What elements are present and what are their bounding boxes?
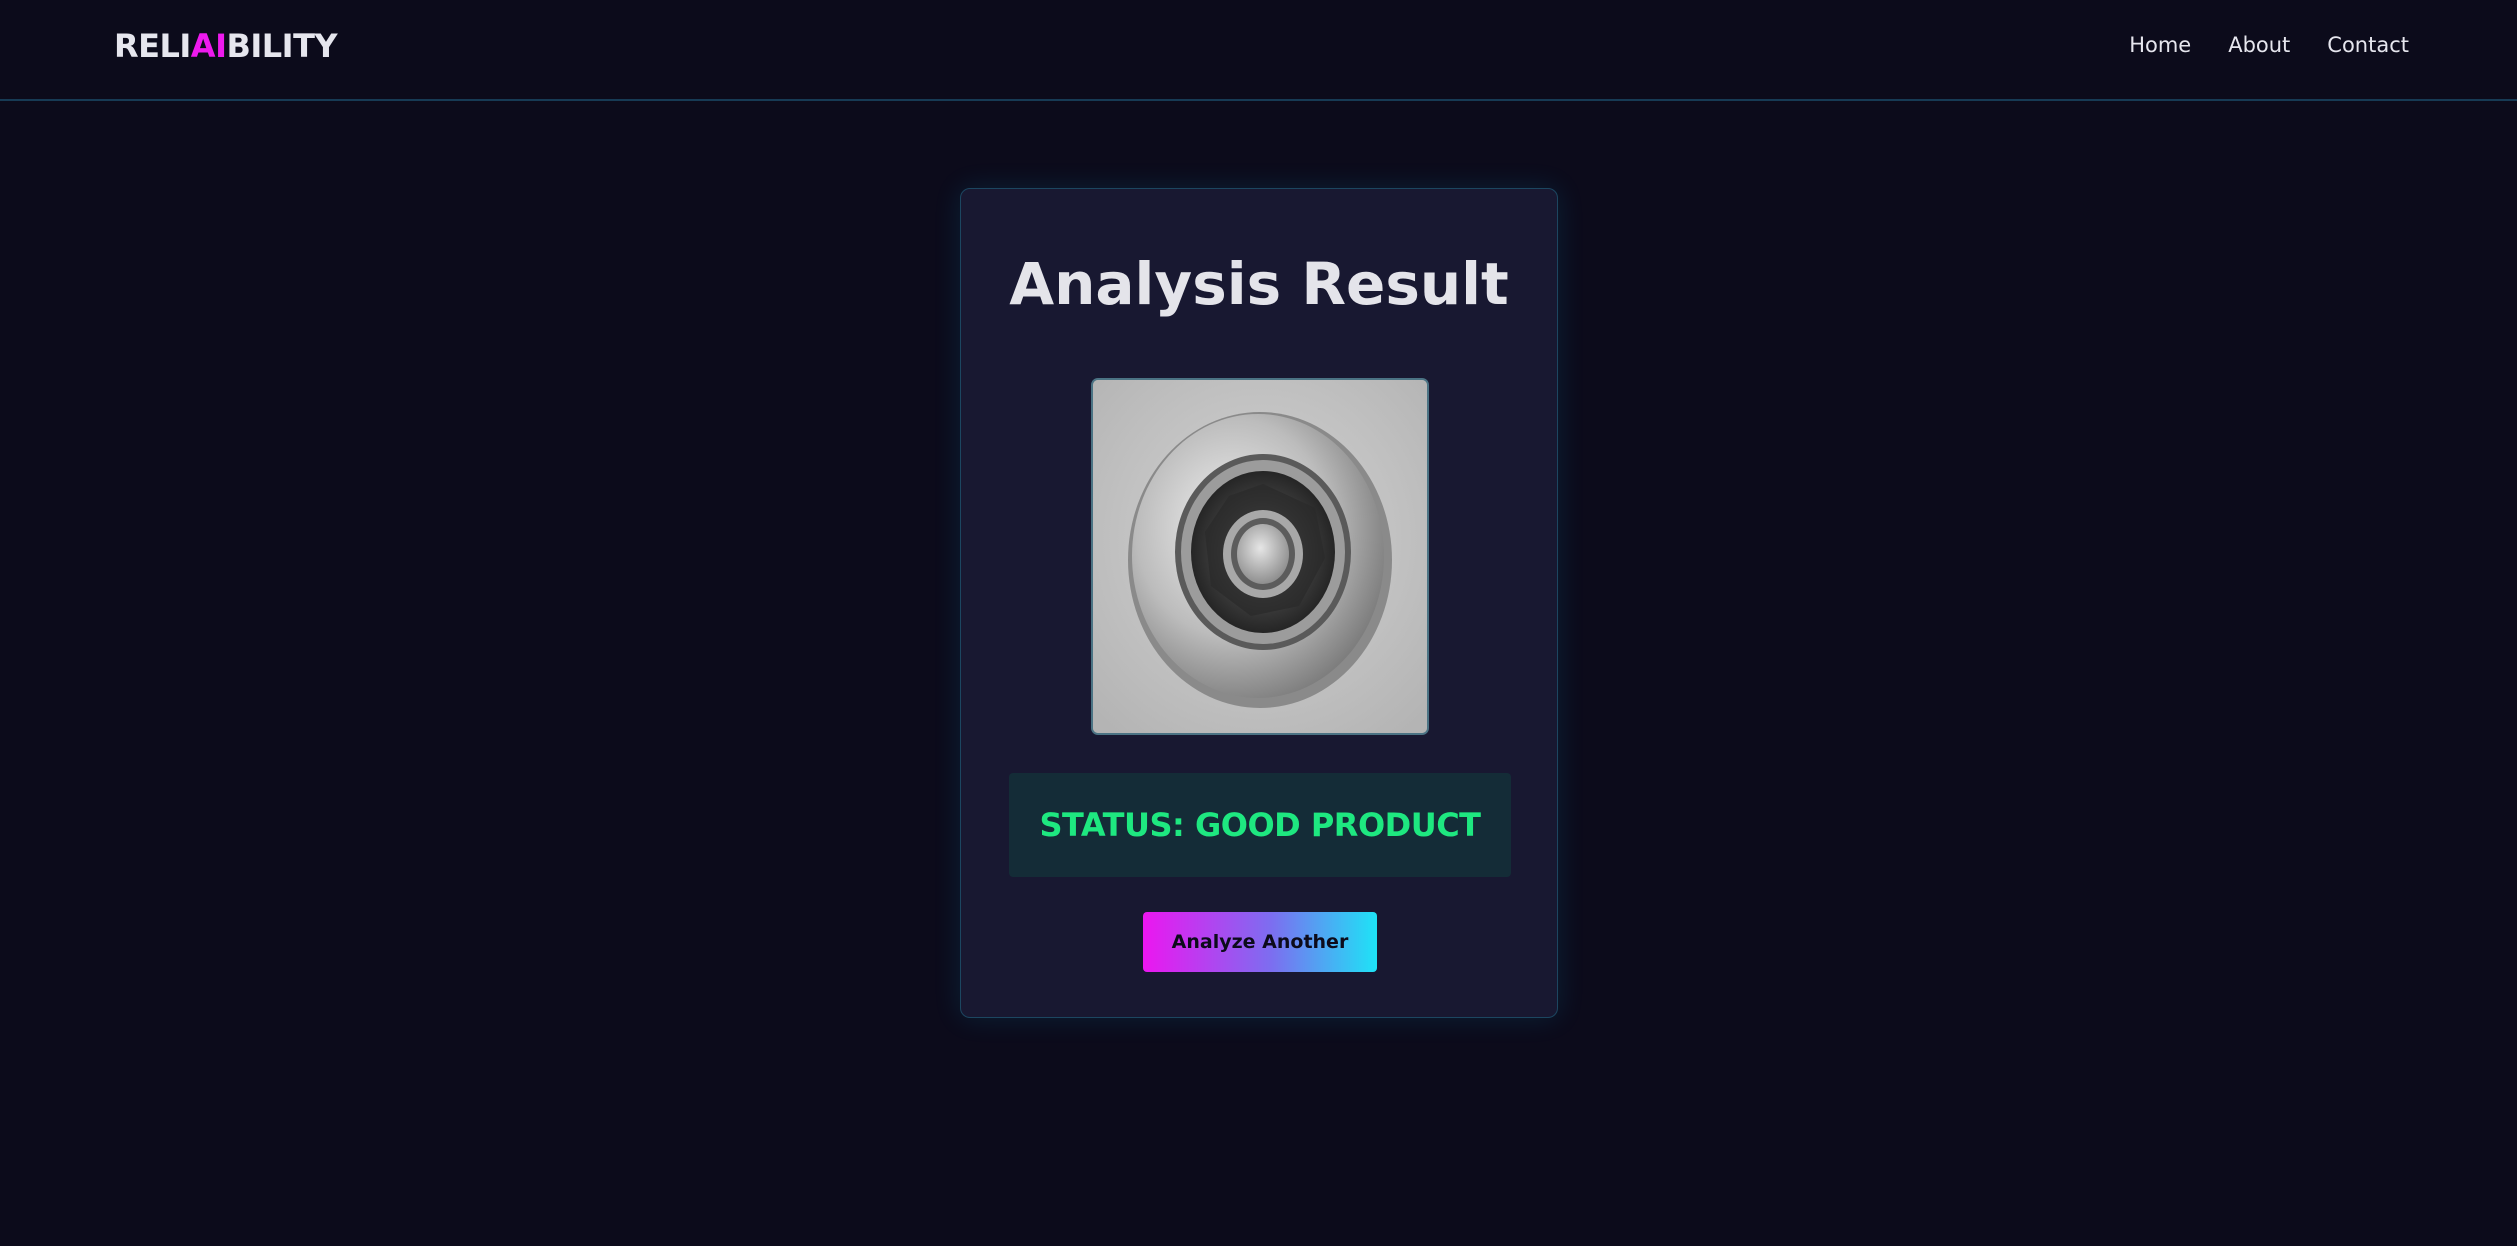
top-navbar: RELIAIBILITY Home About Contact [0,0,2517,101]
logo[interactable]: RELIAIBILITY [114,26,338,66]
logo-text-part1: RELI [114,27,191,65]
status-badge: STATUS: GOOD PRODUCT [1009,773,1511,877]
status-text: STATUS: GOOD PRODUCT [1039,806,1482,844]
page-title: Analysis Result [1009,250,1509,318]
nav-contact-link[interactable]: Contact [2327,30,2409,60]
nav-home-link[interactable]: Home [2129,30,2191,60]
logo-text-highlight: AI [190,27,227,65]
product-image [1091,378,1429,735]
result-card: Analysis Result STATUS: GOOD PRODUCT Ana… [960,188,1558,1018]
analyze-another-button[interactable]: Analyze Another [1143,912,1377,972]
nav-about-link[interactable]: About [2228,30,2290,60]
logo-text-part3: BILITY [226,27,338,65]
nav-links: Home About Contact [2129,30,2409,60]
metal-part-illustration [1093,380,1427,733]
